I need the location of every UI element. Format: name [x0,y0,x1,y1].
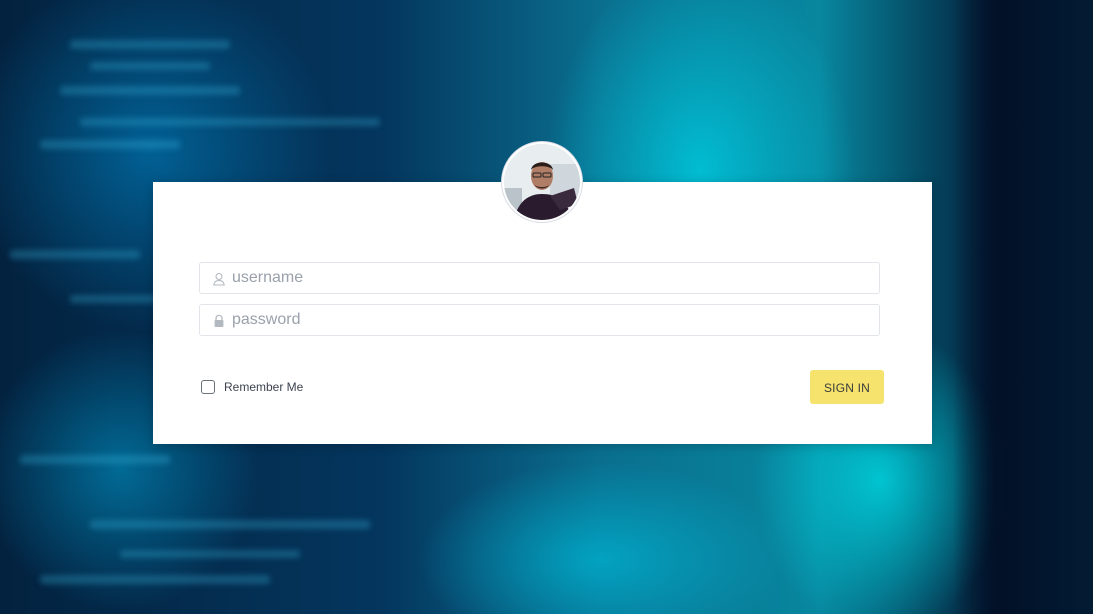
username-input[interactable] [232,263,872,293]
password-field[interactable] [199,304,880,336]
profile-photo [504,144,580,220]
username-field[interactable] [199,262,880,294]
remember-me-label: Remember Me [224,380,304,394]
user-icon [213,272,225,286]
sign-in-button[interactable]: SIGN IN [810,370,884,404]
remember-me[interactable]: Remember Me [201,378,303,396]
lock-icon [214,314,224,327]
password-input[interactable] [232,305,872,335]
avatar [502,142,582,222]
remember-me-checkbox[interactable] [201,380,215,394]
